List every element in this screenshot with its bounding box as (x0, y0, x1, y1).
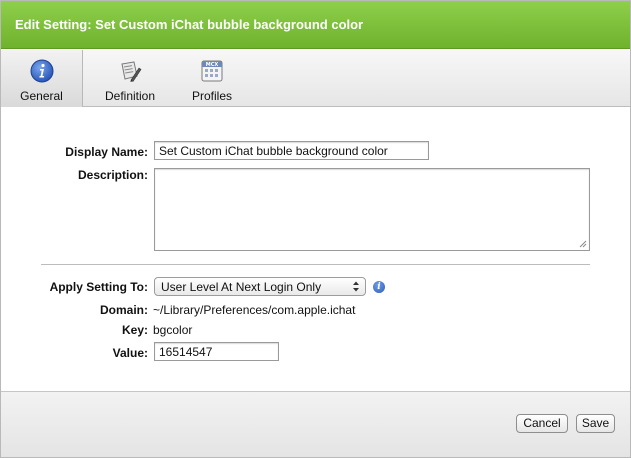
tab-profiles[interactable]: MCX Profiles (184, 50, 240, 107)
apply-info-icon[interactable]: i (373, 281, 385, 293)
domain-label: Domain: (100, 303, 148, 317)
window-title: Edit Setting: Set Custom iChat bubble ba… (15, 17, 364, 32)
cancel-button[interactable]: Cancel (516, 414, 568, 433)
display-name-label: Display Name: (65, 145, 148, 159)
dialog-footer: Cancel Save (1, 391, 630, 457)
description-label: Description: (77, 168, 148, 182)
title-bar: Edit Setting: Set Custom iChat bubble ba… (1, 1, 630, 49)
tab-general-label: General (20, 89, 63, 103)
info-icon (30, 59, 53, 83)
tab-definition-label: Definition (104, 89, 156, 103)
edit-setting-window: Edit Setting: Set Custom iChat bubble ba… (0, 0, 631, 458)
value-input[interactable] (154, 342, 279, 361)
general-form: Display Name: Description: Apply Setting… (1, 108, 630, 391)
mcx-profiles-icon: MCX (201, 60, 223, 82)
tab-profiles-label: Profiles (191, 89, 232, 103)
apply-setting-select[interactable]: User Level At Next Login Only (154, 277, 366, 296)
definition-icon (121, 61, 142, 82)
description-textarea[interactable] (154, 168, 590, 251)
select-arrows-icon (353, 281, 359, 292)
key-value: bgcolor (153, 323, 193, 337)
display-name-input[interactable] (154, 141, 429, 160)
key-label: Key: (121, 323, 148, 337)
domain-value: ~/Library/Preferences/com.apple.ichat (153, 303, 356, 317)
save-button[interactable]: Save (576, 414, 615, 433)
resize-grip-icon[interactable] (579, 240, 587, 248)
apply-setting-label: Apply Setting To: (49, 280, 148, 294)
form-divider (41, 264, 590, 265)
mcx-badge-text: MCX (206, 62, 219, 68)
value-label: Value: (112, 346, 148, 360)
tab-definition[interactable]: Definition (95, 50, 165, 107)
tab-general[interactable]: General (1, 50, 83, 107)
apply-setting-value: User Level At Next Login Only (161, 280, 322, 294)
tab-bar: General Definition MCX Profiles (1, 50, 630, 107)
